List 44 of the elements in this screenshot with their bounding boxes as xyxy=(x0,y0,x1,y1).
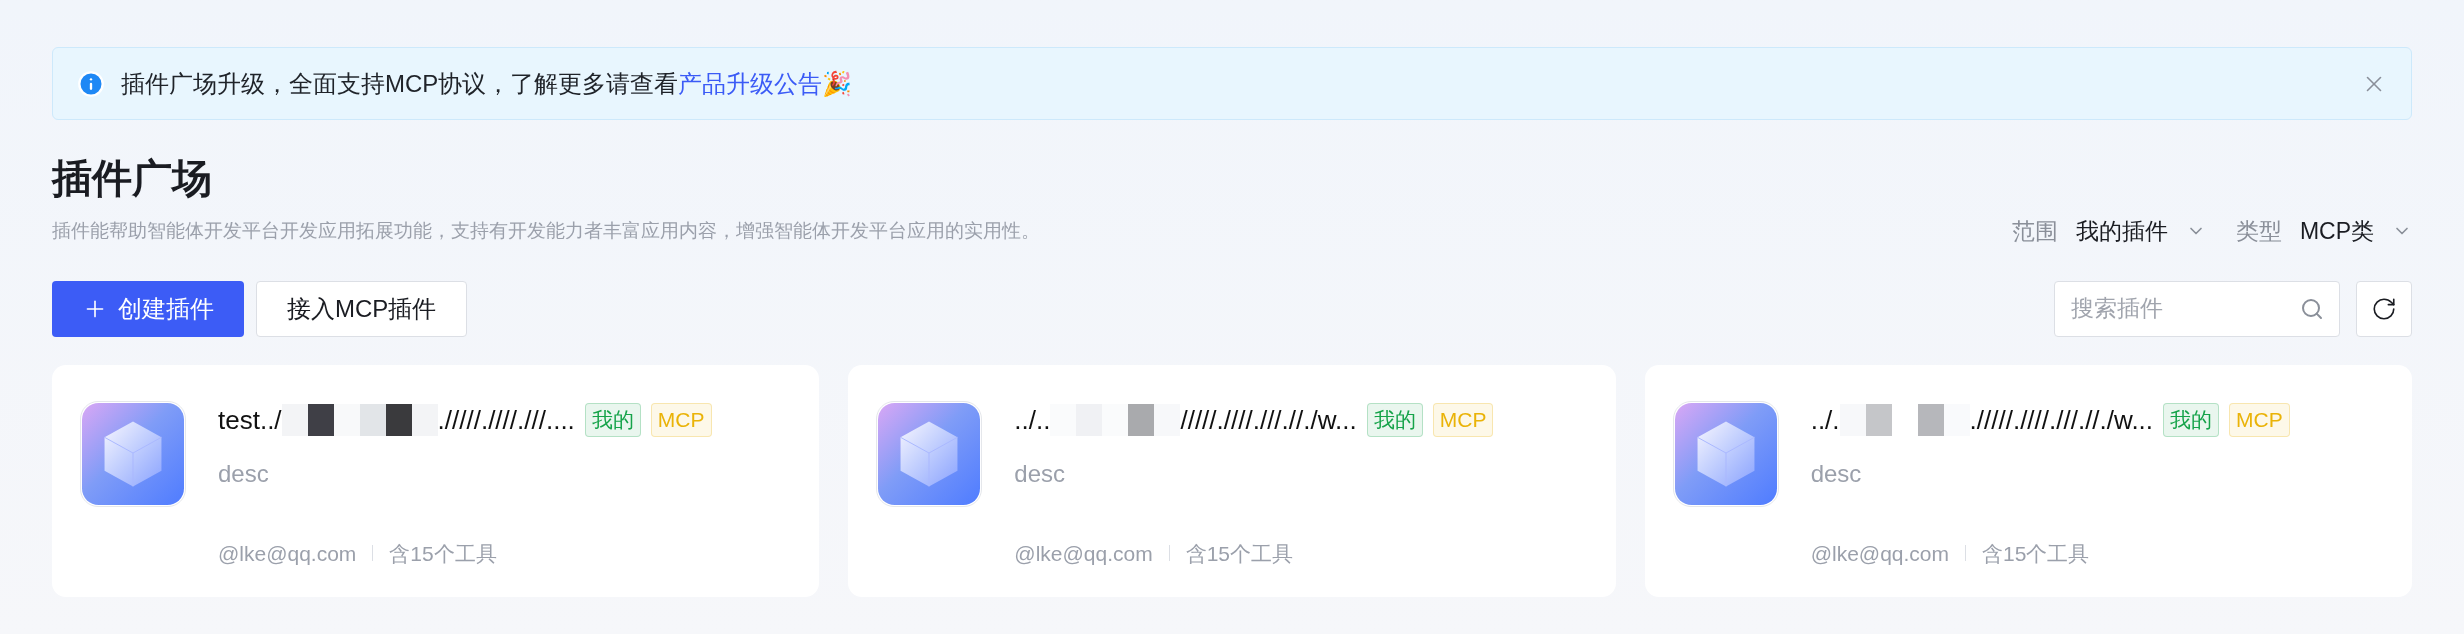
announcement-link[interactable]: 产品升级公告🎉 xyxy=(678,65,853,102)
banner-text: 插件广场升级，全面支持MCP协议，了解更多请查看 xyxy=(121,68,679,99)
cube-icon xyxy=(80,400,186,507)
filter-dropdown[interactable]: 类型 MCP类 xyxy=(2235,214,2412,249)
plugin-author: @lke@qq.com xyxy=(1014,540,1153,567)
search-field[interactable]: 搜索插件 xyxy=(2054,280,2340,337)
plugin-title: ./////.////.///.//./w... xyxy=(1969,403,2154,437)
tag: 我的 xyxy=(584,403,641,437)
plugin-description: desc xyxy=(218,458,270,489)
refresh-button[interactable] xyxy=(2356,280,2412,337)
filter-value: MCP类 xyxy=(2299,217,2374,246)
create-button[interactable]: 创建插件 xyxy=(52,280,244,337)
plugin-author: @lke@qq.com xyxy=(1810,540,1949,567)
plugin-description: desc xyxy=(1810,458,1863,489)
tag: MCP xyxy=(2229,403,2290,437)
plugin-card[interactable]: ../. ./////.////.///.//./w... 我的 MCP desc @lke@qq.com 含15个工具 xyxy=(1644,364,2412,597)
plugin-title: ../. xyxy=(1810,403,1840,437)
search-icon xyxy=(2300,296,2324,321)
connect-button[interactable]: 接入MCP插件 xyxy=(256,280,468,337)
plugin-card[interactable]: ../.. /////.////.///.//./w... 我的 MCP desc @lke@qq.com 含15个工具 xyxy=(848,364,1616,597)
cube-icon xyxy=(1672,400,1779,507)
filter-label: 范围 xyxy=(2011,217,2058,246)
filter-dropdown[interactable]: 范围 我的插件 xyxy=(2011,214,2206,249)
page-title: 插件广场 xyxy=(52,155,213,202)
tag: 我的 xyxy=(1366,403,1423,437)
filter-label: 类型 xyxy=(2235,217,2282,246)
plugin-title: ../.. xyxy=(1014,403,1051,437)
cube-icon xyxy=(876,400,983,507)
plugin-title: ./////.////.///.... xyxy=(437,403,575,437)
refresh-icon xyxy=(2371,295,2397,322)
page-subtitle: 插件能帮助智能体开发平台开发应用拓展功能，支持有开发能力者丰富应用内容，增强智能体开发平台应用的实用性。 xyxy=(52,219,1040,243)
plugin-card[interactable]: test../ ./////.////.///.... 我的 MCP desc @lke@qq.com 含15个工具 xyxy=(52,364,820,597)
plugin-title: /////.////.///.//./w... xyxy=(1180,403,1357,437)
info-icon xyxy=(77,69,105,98)
tool-count: 含15个工具 xyxy=(389,540,497,567)
tool-count: 含15个工具 xyxy=(1982,540,2090,567)
filter-value: 我的插件 xyxy=(2075,217,2168,246)
tag: MCP xyxy=(1432,403,1494,437)
tool-count: 含15个工具 xyxy=(1185,540,1294,567)
plugin-title: test../ xyxy=(218,403,282,437)
tag: MCP xyxy=(650,403,712,437)
plugin-description: desc xyxy=(1014,458,1067,489)
tag: 我的 xyxy=(2163,403,2220,437)
plugin-author: @lke@qq.com xyxy=(218,540,357,567)
